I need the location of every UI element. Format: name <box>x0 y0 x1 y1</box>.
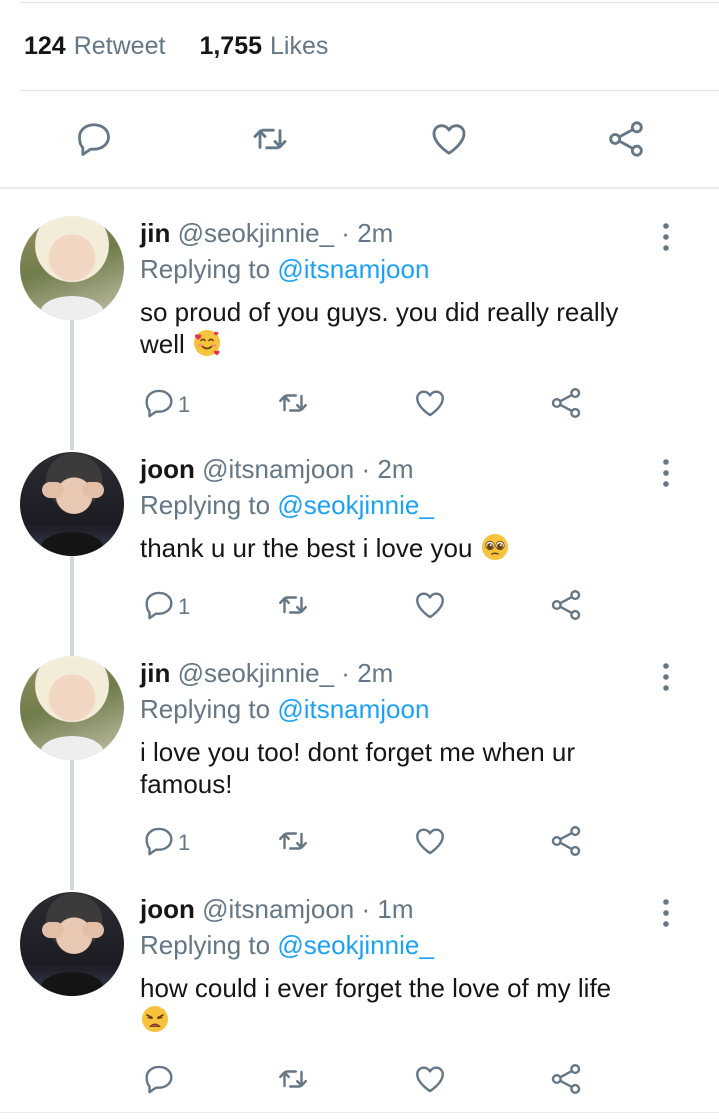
likes-count[interactable]: 1,755 <box>199 32 262 61</box>
more-icon[interactable] <box>656 222 676 252</box>
smiling-face-with-hearts-icon <box>192 328 222 358</box>
retweet-icon[interactable] <box>276 824 310 858</box>
reply-icon[interactable] <box>142 1062 176 1096</box>
share-icon[interactable] <box>549 1062 583 1096</box>
author-handle[interactable]: @seokjinnie_ <box>178 218 334 248</box>
timestamp: 2m <box>377 454 414 484</box>
tweet-header: joon @itsnamjoon · 2m <box>140 454 414 485</box>
actions-divider <box>0 187 719 189</box>
avatar[interactable] <box>20 452 124 556</box>
reply-count: 1 <box>178 392 191 417</box>
separator: · <box>341 658 350 688</box>
retweet-icon[interactable] <box>276 386 310 420</box>
tweet-header: jin @seokjinnie_ · 2m <box>140 658 393 689</box>
replying-label: Replying to <box>140 694 271 724</box>
author-name[interactable]: joon <box>140 454 195 484</box>
author-handle[interactable]: @itsnamjoon <box>202 894 354 924</box>
timestamp: 1m <box>377 894 414 924</box>
share-icon[interactable] <box>549 588 583 622</box>
tweet-body: thank u ur the best i love you <box>140 533 473 563</box>
tweet-header: joon @itsnamjoon · 1m <box>140 894 414 925</box>
share-icon[interactable] <box>549 824 583 858</box>
avatar[interactable] <box>20 656 124 760</box>
like-icon[interactable] <box>429 119 469 159</box>
separator: · <box>361 894 371 924</box>
tweet-text: i love you too! dont forget me when ur f… <box>140 736 670 800</box>
replying-label: Replying to <box>140 254 271 284</box>
reply-icon[interactable] <box>142 824 176 858</box>
stats-divider <box>20 90 719 91</box>
replying-label: Replying to <box>140 490 271 520</box>
author-handle[interactable]: @itsnamjoon <box>202 454 354 484</box>
separator: · <box>361 454 371 484</box>
tweet-actions <box>0 1062 719 1102</box>
more-icon[interactable] <box>656 898 676 928</box>
tweet-actions: 1 <box>0 588 719 628</box>
replying-handle[interactable]: @itsnamjoon <box>277 254 429 284</box>
replying-handle[interactable]: @itsnamjoon <box>277 694 429 724</box>
avatar[interactable] <box>20 892 124 996</box>
retweet-icon[interactable] <box>250 119 290 159</box>
like-icon[interactable] <box>413 824 447 858</box>
reply-icon[interactable] <box>142 588 176 622</box>
replying-to: Replying to @seokjinnie_ <box>140 930 434 961</box>
share-icon[interactable] <box>606 119 646 159</box>
tweet-text: thank u ur the best i love you <box>140 532 670 564</box>
timestamp: 2m <box>357 658 394 688</box>
timestamp: 2m <box>357 218 394 248</box>
replying-handle[interactable]: @seokjinnie_ <box>277 930 433 960</box>
top-divider <box>20 2 719 3</box>
separator: · <box>341 218 350 248</box>
author-handle[interactable]: @seokjinnie_ <box>178 658 334 688</box>
like-icon[interactable] <box>413 1062 447 1096</box>
replying-to: Replying to @itsnamjoon <box>140 254 429 285</box>
author-name[interactable]: jin <box>140 658 170 688</box>
reply-icon[interactable] <box>142 386 176 420</box>
retweet-icon[interactable] <box>276 1062 310 1096</box>
reply-icon[interactable] <box>74 119 114 159</box>
retweet-icon[interactable] <box>276 588 310 622</box>
tweet-stats: 124 Retweet 1,755 Likes <box>24 32 328 61</box>
thread-line <box>70 320 74 450</box>
replying-to: Replying to @seokjinnie_ <box>140 490 434 521</box>
tweet-actions: 1 <box>0 386 719 426</box>
tweet-text: how could i ever forget the love of my l… <box>140 972 670 1036</box>
tweet-body: how could i ever forget the love of my l… <box>140 973 612 1003</box>
more-icon[interactable] <box>656 458 676 488</box>
reply-count: 1 <box>178 830 191 855</box>
replying-handle[interactable]: @seokjinnie_ <box>277 490 433 520</box>
pleading-face-icon <box>480 532 510 562</box>
tweet-text: so proud of you guys. you did really rea… <box>140 296 670 360</box>
tweet-header: jin @seokjinnie_ · 2m <box>140 218 393 249</box>
avatar[interactable] <box>20 216 124 320</box>
author-name[interactable]: jin <box>140 218 170 248</box>
like-icon[interactable] <box>413 386 447 420</box>
like-icon[interactable] <box>413 588 447 622</box>
tweet-actions: 1 <box>0 824 719 864</box>
reply-count: 1 <box>178 594 191 619</box>
more-icon[interactable] <box>656 662 676 692</box>
bottom-divider <box>0 1112 719 1113</box>
tweet-body: i love you too! dont forget me when ur f… <box>140 737 576 799</box>
weary-face-icon <box>140 1004 170 1034</box>
likes-label[interactable]: Likes <box>270 32 328 61</box>
replying-to: Replying to @itsnamjoon <box>140 694 429 725</box>
author-name[interactable]: joon <box>140 894 195 924</box>
retweet-count[interactable]: 124 <box>24 32 66 61</box>
share-icon[interactable] <box>549 386 583 420</box>
retweet-label[interactable]: Retweet <box>74 32 166 61</box>
replying-label: Replying to <box>140 930 271 960</box>
main-tweet-actions <box>0 115 719 165</box>
